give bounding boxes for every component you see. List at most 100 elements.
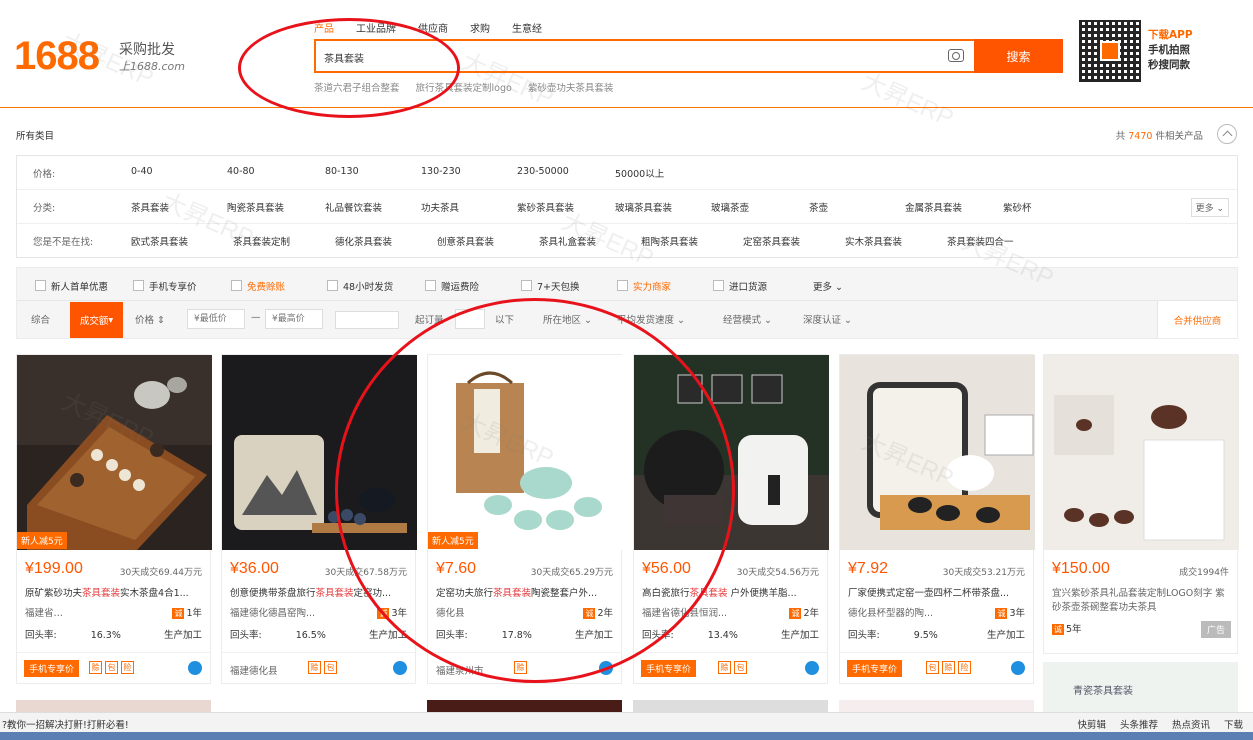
filter-checkbox[interactable]: 新人首单优惠: [35, 279, 108, 293]
category-option[interactable]: 玻璃茶具套装: [615, 200, 672, 214]
suggest-link[interactable]: 德化茶具套装: [335, 234, 392, 248]
filter-checkbox[interactable]: 进口货源: [713, 279, 767, 293]
category-option[interactable]: 玻璃茶壶: [711, 200, 749, 214]
filter-checkbox[interactable]: 赠运费险: [425, 279, 479, 293]
product-card[interactable]: ¥56.00 30天成交54.56万元 高白瓷旅行茶具套装 户外便携羊脂... …: [633, 354, 829, 684]
category-option[interactable]: 茶壶: [809, 200, 828, 214]
price-histogram[interactable]: [335, 311, 399, 329]
site-logo[interactable]: 1688 采购批发 上1688.com: [14, 36, 185, 76]
filter-checkbox[interactable]: 48小时发货: [327, 279, 393, 293]
hot-word[interactable]: 旅行茶具套装定制logo: [416, 80, 512, 94]
chat-icon[interactable]: [1011, 661, 1025, 675]
search-tab-product[interactable]: 产品: [314, 20, 334, 35]
max-price-input[interactable]: [265, 309, 323, 329]
product-image[interactable]: [17, 355, 212, 550]
product-card[interactable]: 新人减5元 ¥199.00 30天成交69.44万元 原矿紫砂功夫茶具套装实木茶…: [16, 354, 212, 684]
product-card[interactable]: 新人减5元 ¥7.60 30天成交65.29万元 定窑功夫旅行茶具套装陶瓷整套户…: [427, 354, 623, 684]
chat-icon[interactable]: [805, 661, 819, 675]
filter-checkbox[interactable]: 手机专享价: [133, 279, 197, 293]
chat-icon[interactable]: [188, 661, 202, 675]
filter-checkbox[interactable]: 7+天包换: [521, 279, 580, 293]
app-download[interactable]: 下载APP 手机拍照 秒搜同款: [1148, 28, 1193, 73]
product-image[interactable]: [840, 355, 1035, 550]
product-image[interactable]: [634, 355, 829, 550]
seller-name[interactable]: 福建德化德昌窑陶...: [230, 605, 370, 619]
min-order-input[interactable]: [455, 309, 485, 329]
product-title[interactable]: 厂家便携式定窑一壶四杯二杯带茶盘...: [848, 585, 1028, 599]
camera-icon[interactable]: [948, 49, 964, 62]
filter-checkbox[interactable]: 免费赊账: [231, 279, 285, 293]
product-image[interactable]: [222, 355, 417, 550]
category-option[interactable]: 功夫茶具: [421, 200, 459, 214]
status-item[interactable]: 热点资讯: [1172, 717, 1210, 731]
search-input[interactable]: [324, 48, 924, 66]
category-option[interactable]: 金属茶具套装: [905, 200, 962, 214]
suggest-link[interactable]: 实木茶具套装: [845, 234, 902, 248]
status-item[interactable]: 快剪辑: [1077, 717, 1106, 731]
price-range-option[interactable]: 50000以上: [615, 166, 664, 180]
suggest-link[interactable]: 粗陶茶具套装: [641, 234, 698, 248]
suggest-link[interactable]: 茶具套装四合一: [947, 234, 1014, 248]
suggest-link[interactable]: 定窑茶具套装: [743, 234, 800, 248]
suggest-link[interactable]: 欧式茶具套装: [131, 234, 188, 248]
price-range-option[interactable]: 80-130: [325, 166, 359, 177]
seller-name[interactable]: 福建省…: [25, 605, 165, 619]
chat-icon[interactable]: [393, 661, 407, 675]
sort-by-volume[interactable]: 成交额 ▾: [70, 302, 123, 338]
location-dropdown[interactable]: 所在地区 ⌄: [543, 312, 592, 326]
product-title[interactable]: 原矿紫砂功夫茶具套装实木茶盘4合1...: [25, 585, 205, 599]
status-item[interactable]: 下载: [1224, 717, 1243, 731]
category-option[interactable]: 茶具套装: [131, 200, 169, 214]
filter-checkbox[interactable]: 实力商家: [617, 279, 671, 293]
product-card-partial[interactable]: [633, 700, 828, 712]
status-item[interactable]: 头条推荐: [1120, 717, 1158, 731]
search-tab-purchase[interactable]: 求购: [470, 20, 490, 35]
more-filters-button[interactable]: 更多 ⌄: [813, 279, 843, 293]
ad-card[interactable]: ¥150.00 成交1994件 宜兴紫砂茶具礼品套装定制LOGO刻字 紫砂茶壶茶…: [1043, 354, 1239, 654]
all-categories-link[interactable]: 所有类目: [16, 128, 54, 142]
chat-icon[interactable]: [599, 661, 613, 675]
product-card[interactable]: ¥7.92 30天成交53.21万元 厂家便携式定窑一壶四杯二杯带茶盘... 德…: [839, 354, 1035, 684]
product-image[interactable]: [428, 355, 623, 550]
ad-product-image[interactable]: [1044, 355, 1239, 550]
suggest-link[interactable]: 茶具套装定制: [233, 234, 290, 248]
status-news[interactable]: ?教你一招解决打鼾!打鼾必看!: [2, 717, 129, 731]
sort-default[interactable]: 综合: [31, 312, 50, 326]
sort-by-price[interactable]: 价格 ⇕: [135, 312, 165, 326]
biz-mode-dropdown[interactable]: 经营模式 ⌄: [723, 312, 772, 326]
category-option[interactable]: 紫砂茶具套装: [517, 200, 574, 214]
search-tab-supplier[interactable]: 供应商: [418, 20, 448, 35]
suggest-link[interactable]: 创意茶具套装: [437, 234, 494, 248]
product-card-partial[interactable]: [427, 700, 622, 712]
ship-speed-dropdown[interactable]: 平均发货速度 ⌄: [617, 312, 685, 326]
price-range-option[interactable]: 230-50000: [517, 166, 569, 177]
depth-cert-dropdown[interactable]: 深度认证 ⌄: [803, 312, 852, 326]
price-range-option[interactable]: 130-230: [421, 166, 461, 177]
hot-word[interactable]: 茶道六君子组合整套: [314, 80, 400, 94]
product-card-partial[interactable]: [839, 700, 1034, 712]
next-banner[interactable]: 青瓷茶具套装: [1043, 662, 1238, 712]
ad-title[interactable]: 宜兴紫砂茶具礼品套装定制LOGO刻字 紫砂茶壶茶碗整套功夫茶具: [1052, 587, 1232, 615]
chevron-up-icon[interactable]: [1217, 124, 1237, 144]
suggest-link[interactable]: 茶具礼盒套装: [539, 234, 596, 248]
product-card[interactable]: ¥36.00 30天成交67.58万元 创意便携带茶盘旅行茶具套装定窑功... …: [221, 354, 417, 684]
search-tab-business[interactable]: 生意经: [512, 20, 542, 35]
price-range-option[interactable]: 40-80: [227, 166, 255, 177]
seller-name[interactable]: 德化县: [436, 605, 576, 619]
product-title[interactable]: 高白瓷旅行茶具套装 户外便携羊脂...: [642, 585, 822, 599]
seller-name[interactable]: 德化县杯型器的陶...: [848, 605, 988, 619]
category-option[interactable]: 礼品餐饮套装: [325, 200, 382, 214]
category-option[interactable]: 紫砂杯: [1003, 200, 1032, 214]
more-categories-button[interactable]: 更多 ⌄: [1190, 198, 1229, 217]
seller-name[interactable]: 福建省德化县恒润...: [642, 605, 782, 619]
search-tab-industrial-brand[interactable]: 工业品牌: [356, 20, 396, 35]
product-title[interactable]: 创意便携带茶盘旅行茶具套装定窑功...: [230, 585, 410, 599]
product-title[interactable]: 定窑功夫旅行茶具套装陶瓷整套户外...: [436, 585, 616, 599]
product-card-partial[interactable]: [16, 700, 211, 712]
category-option[interactable]: 陶瓷茶具套装: [227, 200, 284, 214]
merge-suppliers-button[interactable]: 合并供应商: [1157, 301, 1237, 338]
min-price-input[interactable]: [187, 309, 245, 329]
price-range-option[interactable]: 0-40: [131, 166, 153, 177]
search-button[interactable]: 搜索: [974, 39, 1063, 73]
hot-word[interactable]: 紫砂壶功夫茶具套装: [528, 80, 614, 94]
